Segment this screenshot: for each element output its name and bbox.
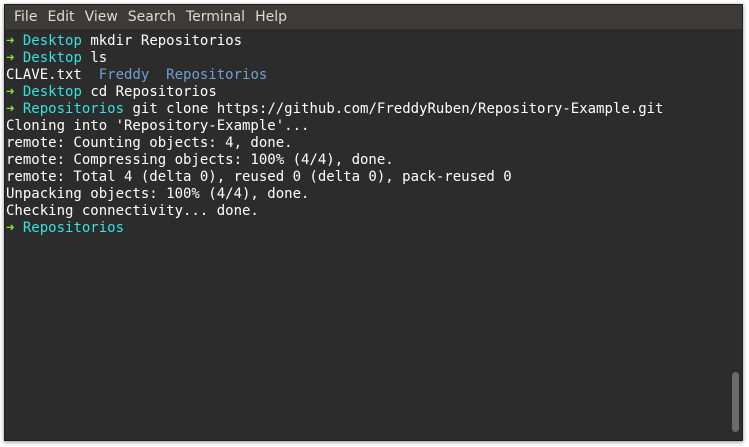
command-text: git clone https://github.com/FreddyRuben… [132,101,664,117]
menu-edit[interactable]: Edit [42,5,79,29]
output-line: remote: Counting objects: 4, done. [6,135,293,151]
terminal-line: ➜ Repositorios git clone https://github.… [6,101,729,118]
terminal-line: CLAVE.txt Freddy Repositorios [6,67,729,84]
menu-bar: File Edit View Search Terminal Help [5,5,742,29]
prompt-arrow-icon: ➜ [6,50,15,66]
ls-separator [149,67,166,83]
terminal-window: File Edit View Search Terminal Help ➜ De… [4,4,743,441]
prompt-arrow-icon: ➜ [6,84,15,100]
prompt-arrow-icon: ➜ [6,33,15,49]
terminal-output[interactable]: ➜ Desktop mkdir Repositorios ➜ Desktop l… [5,29,729,440]
command-text: mkdir Repositorios [90,33,243,49]
output-line: Cloning into 'Repository-Example'... [6,118,310,134]
terminal-line: ➜ Repositorios [6,220,729,237]
prompt-directory: Repositorios [22,101,125,117]
ls-file: CLAVE.txt [6,67,82,83]
prompt-arrow-icon: ➜ [6,220,15,236]
menu-file[interactable]: File [9,5,42,29]
cursor [132,220,140,235]
prompt-directory: Desktop [22,33,82,49]
menu-help[interactable]: Help [250,5,292,29]
ls-folder: Repositorios [166,67,268,83]
menu-search[interactable]: Search [123,5,181,29]
output-line: remote: Total 4 (delta 0), reused 0 (del… [6,169,512,185]
prompt-directory: Repositorios [22,220,125,236]
command-text: ls [90,50,108,66]
prompt-directory: Desktop [22,84,82,100]
ls-separator [82,67,99,83]
scrollbar-thumb[interactable] [732,372,739,432]
menu-view[interactable]: View [80,5,123,29]
output-line: Unpacking objects: 100% (4/4), done. [6,186,310,202]
terminal-line: ➜ Desktop cd Repositorios [6,84,729,101]
prompt-arrow-icon: ➜ [6,101,15,117]
command-text: cd Repositorios [90,84,217,100]
terminal-line: ➜ Desktop mkdir Repositorios [6,33,729,50]
ls-folder: Freddy [98,67,150,83]
scrollbar[interactable] [729,29,742,440]
prompt-directory: Desktop [22,50,82,66]
output-line: remote: Compressing objects: 100% (4/4),… [6,152,394,168]
output-line: Checking connectivity... done. [6,203,259,219]
terminal-line: ➜ Desktop ls [6,50,729,67]
menu-terminal[interactable]: Terminal [181,5,250,29]
